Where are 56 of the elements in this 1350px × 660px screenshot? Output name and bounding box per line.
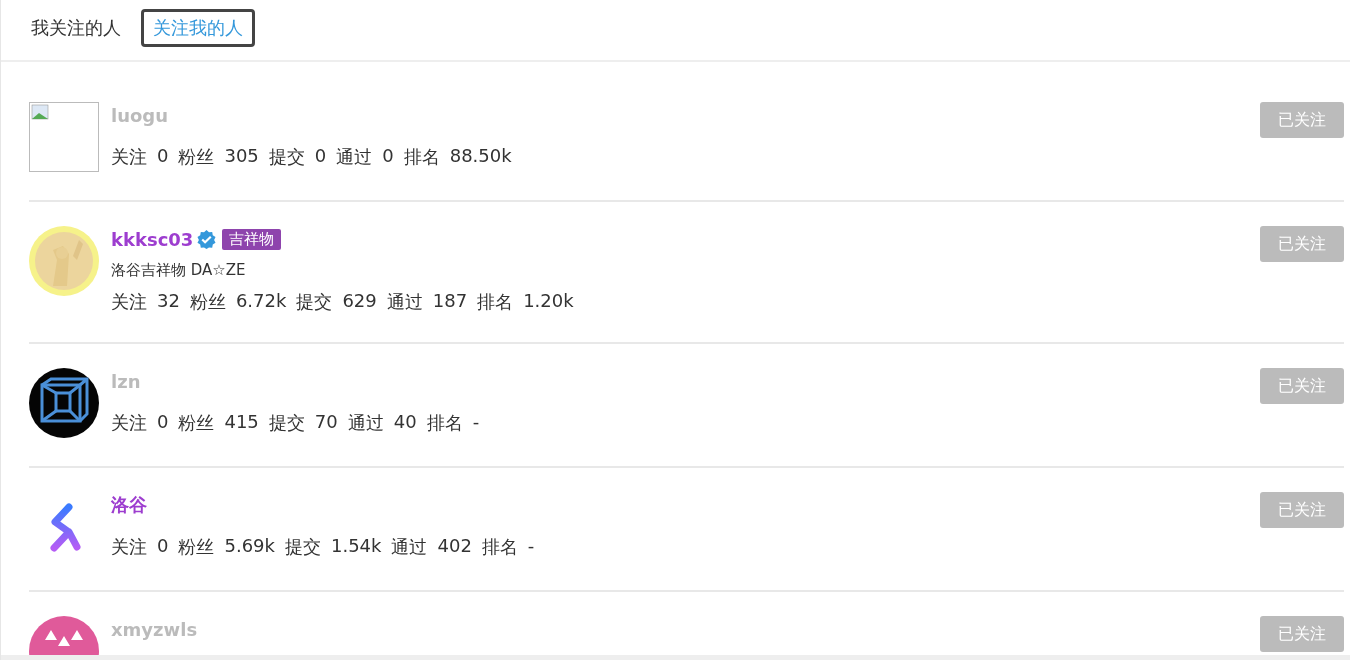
stat-label: 提交 [268,411,305,435]
stat-value: 415 [224,411,259,434]
stat-label: 通过 [391,535,428,559]
user-name[interactable]: xmyzwls [111,618,198,640]
user-name[interactable]: luogu [111,104,169,126]
stat-value: 5.69k [224,535,275,558]
stat-label: 提交 [284,535,321,559]
user-name[interactable]: lzn [111,370,141,392]
stat-label: 排名 [477,290,514,314]
tag: 吉祥物 [222,228,282,250]
followed-button[interactable]: 已关注 [1260,102,1344,138]
cube-icon [29,368,99,438]
stat-value: 32 [157,290,180,313]
stat-value: 0 [157,145,169,168]
stat-value: 187 [432,290,468,313]
stat-value: - [527,535,535,558]
stat-value: 88.50k [449,145,512,168]
user-name[interactable]: kkksc03 [111,228,194,250]
stat-value: 0 [157,535,169,558]
stat-value: 70 [314,411,338,434]
stat-label: 关注 [111,535,147,559]
stat-label: 粉丝 [178,535,215,559]
user-bio: 洛谷吉祥物 DA☆ZE [111,261,247,280]
followed-button[interactable]: 已关注 [1260,368,1344,404]
stat-label: 排名 [481,535,518,559]
followed-button[interactable]: 已关注 [1260,616,1344,652]
stat-label: 通过 [386,290,423,314]
stat-label: 粉丝 [178,145,215,169]
stat-value: 0 [382,145,394,168]
stat-value: 1.54k [330,535,382,558]
stat-label: 关注 [111,290,147,314]
stat-value: 0 [314,145,327,168]
stat-value: 0 [157,411,169,434]
stat-label: 关注 [111,411,147,435]
stat-value: 629 [342,290,377,313]
tab[interactable]: 我关注的人 [28,9,133,47]
tab[interactable]: 关注我的人 [141,9,255,47]
user-name[interactable]: 洛谷 [111,493,147,517]
stat-value: 40 [393,411,417,434]
stat-label: 粉丝 [178,411,215,435]
stat-label: 通过 [347,411,384,435]
followed-button[interactable]: 已关注 [1260,226,1344,262]
stat-label: 提交 [268,145,305,169]
stat-label: 粉丝 [189,290,226,314]
stat-value: 1.20k [523,290,574,313]
stat-label: 排名 [426,411,463,435]
stat-value: - [472,411,480,434]
followed-button[interactable]: 已关注 [1260,492,1344,528]
stat-label: 关注 [111,145,147,169]
stat-value: 6.72k [235,290,287,313]
stat-label: 提交 [296,290,333,314]
stat-value: 402 [437,535,472,558]
stat-label: 通过 [336,145,373,169]
stat-value: 305 [224,145,259,168]
broken-image-icon [29,102,99,172]
stat-label: 排名 [403,145,440,169]
